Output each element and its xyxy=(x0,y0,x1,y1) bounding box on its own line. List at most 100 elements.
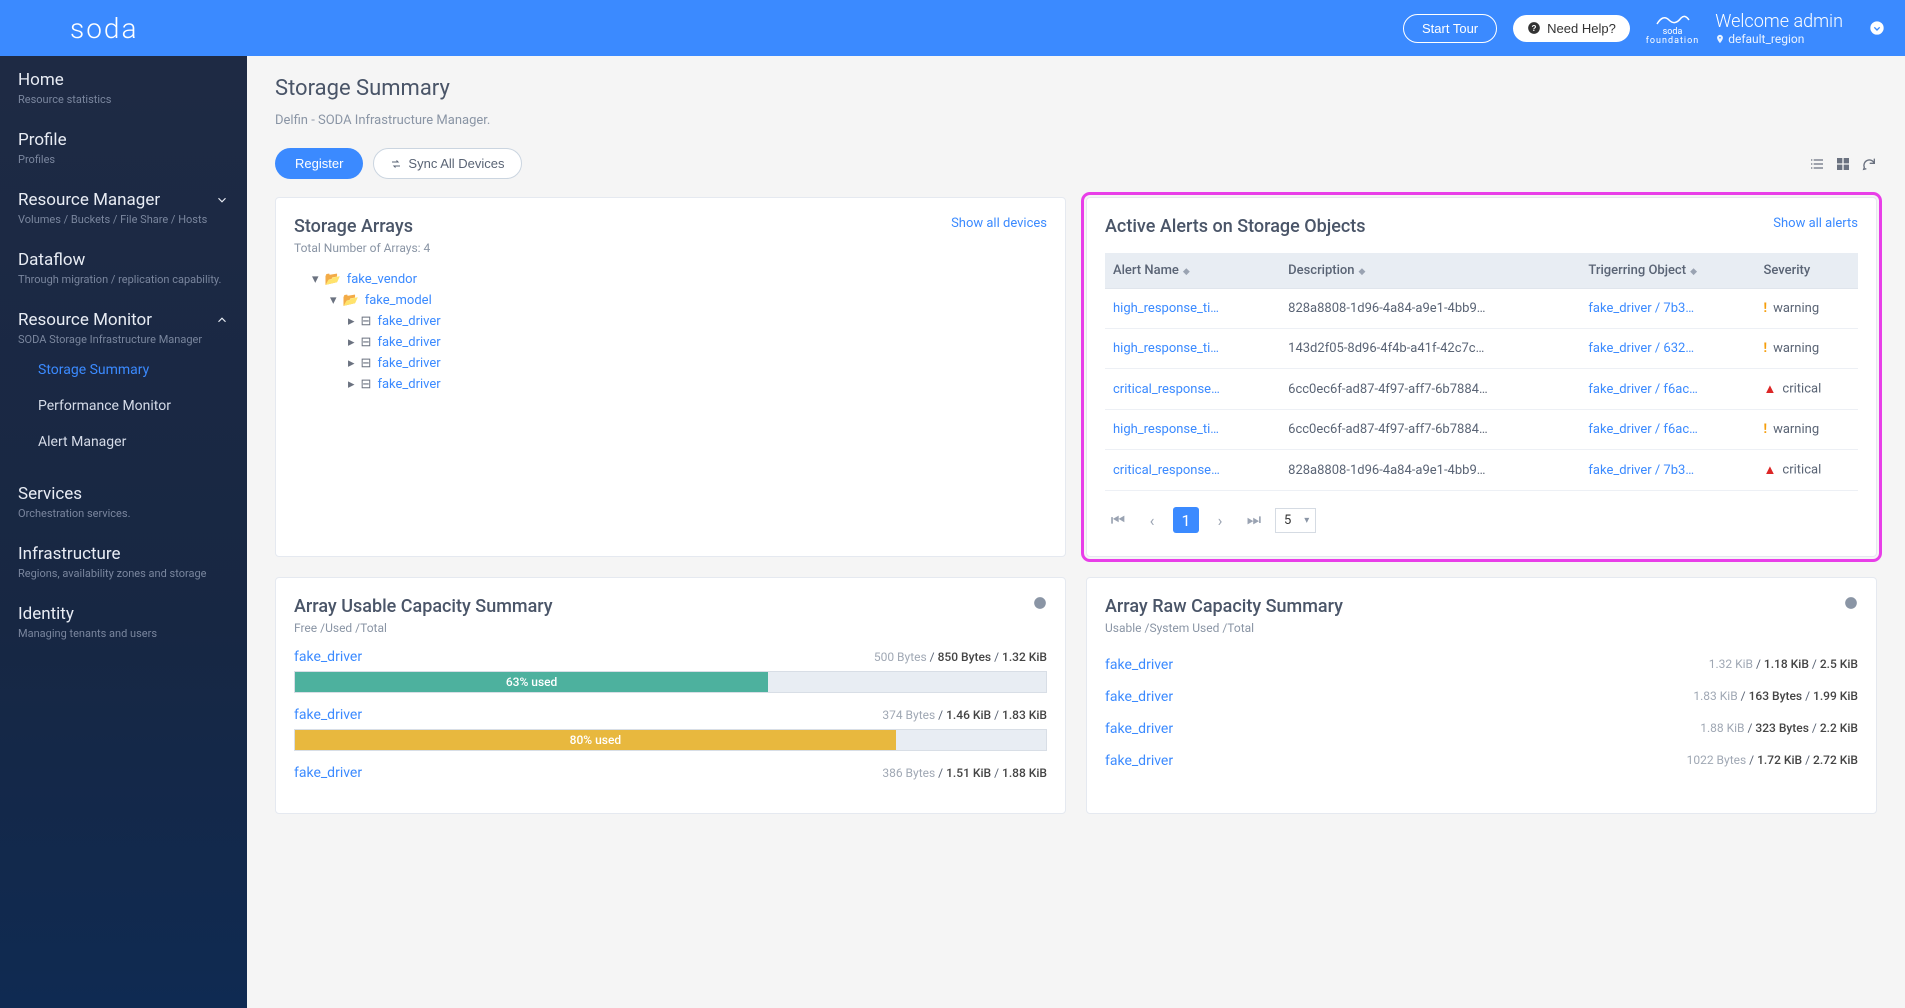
tree-vendor[interactable]: ▾📂fake_vendor xyxy=(294,269,1047,290)
sidebar-child-alert-manager[interactable]: Alert Manager xyxy=(30,424,229,460)
welcome-region: default_region xyxy=(1715,32,1804,46)
alert-name[interactable]: high_response_ti… xyxy=(1105,329,1280,369)
sidebar-item-identity[interactable]: IdentityManaging tenants and users xyxy=(0,590,247,650)
sidebar-item-services[interactable]: ServicesOrchestration services. xyxy=(0,470,247,530)
raw-stats: 1.32 KiB / 1.18 KiB / 2.5 KiB xyxy=(1709,657,1858,673)
sidebar: HomeResource statisticsProfileProfilesRe… xyxy=(0,56,247,1008)
alerts-col-2[interactable]: Trigerring Object◆ xyxy=(1580,253,1755,289)
raw-item: fake_driver 1.83 KiB / 163 Bytes / 1.99 K… xyxy=(1105,681,1858,713)
alert-severity: !warning xyxy=(1756,289,1858,329)
alert-severity: !warning xyxy=(1756,329,1858,369)
alert-name[interactable]: critical_response_… xyxy=(1105,450,1280,491)
arrays-title: Storage Arrays xyxy=(294,216,430,237)
chart-icon[interactable] xyxy=(1033,596,1047,610)
location-icon xyxy=(1715,34,1725,44)
sidebar-child-storage-summary[interactable]: Storage Summary xyxy=(30,352,229,388)
svg-text:?: ? xyxy=(1532,24,1537,33)
alerts-col-1[interactable]: Description◆ xyxy=(1280,253,1580,289)
list-view-icon[interactable] xyxy=(1809,156,1825,172)
alert-row: high_response_ti…6cc0ec6f-ad87-4f97-aff7… xyxy=(1105,410,1858,450)
raw-item: fake_driver 1.88 KiB / 323 Bytes / 2.2 Ki… xyxy=(1105,713,1858,745)
raw-name-link[interactable]: fake_driver xyxy=(1105,689,1173,705)
logo: soda xyxy=(70,12,138,45)
page-current[interactable]: 1 xyxy=(1173,507,1199,533)
tree-driver[interactable]: ▸⊟fake_driver xyxy=(294,311,1047,332)
warning-icon: ! xyxy=(1764,341,1768,356)
sidebar-item-resource-manager[interactable]: Resource ManagerVolumes / Buckets / File… xyxy=(0,176,247,236)
page-next-button[interactable]: › xyxy=(1207,507,1233,533)
alert-trigger[interactable]: fake_driver / f6ac… xyxy=(1580,410,1755,450)
chart-icon[interactable] xyxy=(1844,596,1858,610)
view-mode-icons xyxy=(1809,156,1877,172)
alert-name[interactable]: high_response_ti… xyxy=(1105,410,1280,450)
page-last-button[interactable]: ⏭ xyxy=(1241,507,1267,533)
tree-driver[interactable]: ▸⊟fake_driver xyxy=(294,332,1047,353)
alert-severity: !warning xyxy=(1756,410,1858,450)
show-all-alerts-link[interactable]: Show all alerts xyxy=(1773,216,1858,231)
tree-driver[interactable]: ▸⊟fake_driver xyxy=(294,374,1047,395)
refresh-icon[interactable] xyxy=(1861,156,1877,172)
raw-title: Array Raw Capacity Summary xyxy=(1105,596,1343,617)
sidebar-child-performance-monitor[interactable]: Performance Monitor xyxy=(30,388,229,424)
capacity-stats: 374 Bytes / 1.46 KiB / 1.83 KiB xyxy=(882,708,1047,722)
progress-bar: 63% used xyxy=(294,671,1047,693)
sidebar-item-infrastructure[interactable]: InfrastructureRegions, availability zone… xyxy=(0,530,247,590)
arrays-subtitle: Total Number of Arrays: 4 xyxy=(294,241,430,255)
raw-name-link[interactable]: fake_driver xyxy=(1105,753,1173,769)
alert-trigger[interactable]: fake_driver / 7b3… xyxy=(1580,450,1755,491)
region-text: default_region xyxy=(1728,32,1804,46)
grid-view-icon[interactable] xyxy=(1835,156,1851,172)
page-subtitle: Delfin - SODA Infrastructure Manager. xyxy=(275,113,1877,128)
usable-item: fake_driver386 Bytes / 1.51 KiB / 1.88 K… xyxy=(294,765,1047,781)
sidebar-item-dataflow[interactable]: DataflowThrough migration / replication … xyxy=(0,236,247,296)
page-first-button[interactable]: ⏮ xyxy=(1105,507,1131,533)
alert-row: critical_response_…828a8808-1d96-4a84-a9… xyxy=(1105,450,1858,491)
show-all-devices-link[interactable]: Show all devices xyxy=(951,216,1047,231)
alert-trigger[interactable]: fake_driver / 7b3… xyxy=(1580,289,1755,329)
capacity-name-link[interactable]: fake_driver xyxy=(294,707,362,723)
usable-capacity-card: Array Usable Capacity Summary Free /Used… xyxy=(275,577,1066,814)
raw-name-link[interactable]: fake_driver xyxy=(1105,657,1173,673)
tree-driver[interactable]: ▸⊟fake_driver xyxy=(294,353,1047,374)
raw-stats: 1.83 KiB / 163 Bytes / 1.99 KiB xyxy=(1693,689,1858,705)
alerts-col-3[interactable]: Severity xyxy=(1756,253,1858,289)
disk-icon: ⊟ xyxy=(361,314,372,329)
critical-icon: ▲ xyxy=(1764,462,1777,478)
page-title: Storage Summary xyxy=(275,76,1877,101)
sidebar-item-resource-monitor[interactable]: Resource MonitorSODA Storage Infrastruct… xyxy=(0,296,247,470)
folder-open-icon: 📂 xyxy=(325,272,341,287)
usable-title: Array Usable Capacity Summary xyxy=(294,596,553,617)
folder-open-icon: 📂 xyxy=(343,293,359,308)
alert-severity: ▲critical xyxy=(1756,369,1858,410)
progress-bar: 80% used xyxy=(294,729,1047,751)
alert-trigger[interactable]: fake_driver / f6ac… xyxy=(1580,369,1755,410)
page-size-select[interactable]: 5 xyxy=(1275,508,1316,533)
alert-row: high_response_ti…828a8808-1d96-4a84-a9e1… xyxy=(1105,289,1858,329)
need-help-button[interactable]: ? Need Help? xyxy=(1513,15,1630,42)
register-button[interactable]: Register xyxy=(275,148,363,179)
badge-sub-text: foundation xyxy=(1646,37,1699,46)
warning-icon: ! xyxy=(1764,301,1768,316)
header: soda Start Tour ? Need Help? soda founda… xyxy=(0,0,1905,56)
alert-name[interactable]: critical_response_… xyxy=(1105,369,1280,410)
alert-name[interactable]: high_response_ti… xyxy=(1105,289,1280,329)
alert-desc: 6cc0ec6f-ad87-4f97-aff7-6b78842d3a34 … xyxy=(1280,369,1580,410)
page-prev-button[interactable]: ‹ xyxy=(1139,507,1165,533)
alert-desc: 143d2f05-8d96-4f4b-a41f-42c7caae98fe … xyxy=(1280,329,1580,369)
usable-subtitle: Free /Used /Total xyxy=(294,621,553,635)
capacity-name-link[interactable]: fake_driver xyxy=(294,649,362,665)
sync-all-button[interactable]: Sync All Devices xyxy=(373,148,521,179)
page-size-value: 5 xyxy=(1284,513,1291,528)
warning-icon: ! xyxy=(1764,422,1768,437)
tree-model[interactable]: ▾📂fake_model xyxy=(294,290,1047,311)
capacity-name-link[interactable]: fake_driver xyxy=(294,765,362,781)
alert-trigger[interactable]: fake_driver / 632f… xyxy=(1580,329,1755,369)
raw-stats: 1.88 KiB / 323 Bytes / 2.2 KiB xyxy=(1700,721,1858,737)
usable-item: fake_driver500 Bytes / 850 Bytes / 1.32 … xyxy=(294,649,1047,693)
alerts-col-0[interactable]: Alert Name◆ xyxy=(1105,253,1280,289)
sidebar-item-home[interactable]: HomeResource statistics xyxy=(0,56,247,116)
user-menu-chevron-icon[interactable] xyxy=(1869,20,1885,36)
raw-name-link[interactable]: fake_driver xyxy=(1105,721,1173,737)
start-tour-button[interactable]: Start Tour xyxy=(1403,14,1497,43)
sidebar-item-profile[interactable]: ProfileProfiles xyxy=(0,116,247,176)
